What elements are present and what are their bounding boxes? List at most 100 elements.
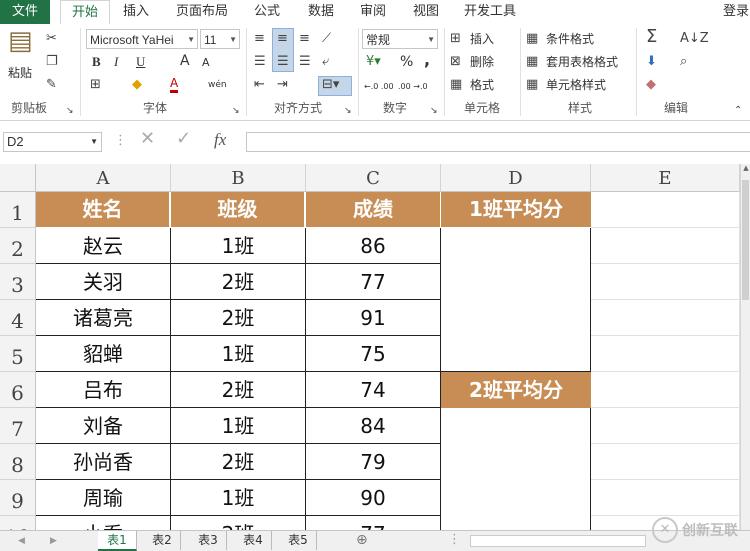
align-left-icon[interactable]: ☰ xyxy=(254,53,266,71)
table-cell[interactable]: 关羽 xyxy=(36,264,171,300)
table-cell[interactable]: 2班 xyxy=(171,372,306,408)
table-cell[interactable]: 77 xyxy=(306,264,441,300)
sort-filter-icon[interactable]: A↓Z xyxy=(680,30,709,48)
insert-cells-button[interactable]: 插入 xyxy=(470,30,494,48)
top-align-icon[interactable]: ≡ xyxy=(254,30,265,48)
header-cell-name[interactable]: 姓名 xyxy=(36,192,170,227)
conditional-formatting-button[interactable]: 条件格式 xyxy=(546,30,594,48)
name-box[interactable]: D2 ▼ xyxy=(3,132,102,152)
table-cell[interactable]: 77 xyxy=(306,516,441,530)
formula-input[interactable] xyxy=(246,132,750,152)
increase-decimal-button[interactable]: ←.0 .00 xyxy=(364,78,394,96)
wrap-text-icon[interactable]: ⤶ xyxy=(322,53,329,71)
header-cell-avg-class2[interactable]: 2班平均分 xyxy=(441,372,591,408)
bold-button[interactable]: B xyxy=(92,53,101,71)
table-cell[interactable]: 1班 xyxy=(171,408,306,444)
horizontal-scrollbar[interactable] xyxy=(470,535,646,547)
empty-cell[interactable] xyxy=(591,444,740,480)
sheet-tab-3[interactable]: 表3 xyxy=(190,531,227,550)
table-cell[interactable]: 诸葛亮 xyxy=(36,300,171,336)
font-color-button[interactable]: A xyxy=(170,76,179,93)
empty-cell[interactable] xyxy=(591,372,740,408)
table-cell[interactable]: 2班 xyxy=(171,444,306,480)
underline-button[interactable]: U xyxy=(136,53,145,71)
orientation-icon[interactable]: ⟋ xyxy=(322,30,331,48)
insert-function-button[interactable]: fx xyxy=(214,131,226,149)
sheet-tab-1[interactable]: 表1 xyxy=(98,531,137,551)
select-all-corner[interactable] xyxy=(0,164,36,192)
tab-page-layout[interactable]: 页面布局 xyxy=(170,0,234,24)
font-name-select[interactable]: Microsoft YaHei ▼ xyxy=(86,29,198,49)
table-cell[interactable]: 84 xyxy=(306,408,441,444)
empty-cell[interactable] xyxy=(591,228,740,264)
table-cell[interactable]: 孙尚香 xyxy=(36,444,171,480)
tab-home[interactable]: 开始 xyxy=(60,0,110,26)
dialog-launcher-icon[interactable]: ↘ xyxy=(232,102,240,120)
scroll-up-icon[interactable]: ▲ xyxy=(741,164,750,178)
cell-d2-merged[interactable] xyxy=(441,228,591,372)
tab-insert[interactable]: 插入 xyxy=(113,0,159,24)
sheet-tab-5[interactable]: 表5 xyxy=(280,531,317,550)
table-cell[interactable]: 90 xyxy=(306,480,441,516)
row-header-5[interactable]: 5 xyxy=(0,336,36,372)
enter-icon[interactable]: ✓ xyxy=(176,130,191,148)
decrease-indent-icon[interactable]: ⇤ xyxy=(254,76,265,94)
dialog-launcher-icon[interactable]: ↘ xyxy=(66,102,74,120)
borders-icon[interactable]: ⊞ xyxy=(90,76,101,94)
table-cell[interactable]: 2班 xyxy=(171,264,306,300)
paste-label[interactable]: 粘贴 xyxy=(8,64,32,82)
copy-icon[interactable]: ❐ xyxy=(46,53,58,71)
table-cell[interactable]: 吕布 xyxy=(36,372,171,408)
paste-icon[interactable]: ▤ xyxy=(8,28,33,54)
table-cell[interactable]: 1班 xyxy=(171,336,306,372)
table-cell[interactable]: 小乔 xyxy=(36,516,171,530)
table-cell[interactable]: 79 xyxy=(306,444,441,480)
grow-font-button[interactable]: A xyxy=(180,52,190,70)
empty-cell[interactable] xyxy=(591,408,740,444)
table-cell[interactable]: 赵云 xyxy=(36,228,171,264)
tab-data[interactable]: 数据 xyxy=(298,0,344,24)
row-header-3[interactable]: 3 xyxy=(0,264,36,300)
header-cell-class[interactable]: 班级 xyxy=(171,192,305,227)
align-center-icon[interactable]: ☰ xyxy=(277,53,289,71)
table-cell[interactable]: 2班 xyxy=(171,516,306,530)
format-painter-icon[interactable]: ✎ xyxy=(46,76,57,94)
phonetic-button[interactable]: wén xyxy=(208,76,227,94)
sign-in-link[interactable]: 登录 xyxy=(722,0,750,24)
increase-indent-icon[interactable]: ⇥ xyxy=(277,76,288,94)
cut-icon[interactable]: ✂ xyxy=(46,30,57,48)
empty-cell[interactable] xyxy=(591,336,740,372)
row-header-7[interactable]: 7 xyxy=(0,408,36,444)
tab-review[interactable]: 审阅 xyxy=(350,0,396,24)
add-sheet-icon[interactable]: ⊕ xyxy=(356,531,368,549)
sheet-tab-4[interactable]: 表4 xyxy=(235,531,272,550)
column-header-b[interactable]: B xyxy=(171,164,306,192)
tab-view[interactable]: 视图 xyxy=(403,0,449,24)
delete-cells-button[interactable]: 删除 xyxy=(470,53,494,71)
dialog-launcher-icon[interactable]: ↘ xyxy=(344,102,352,120)
comma-style-button[interactable]: , xyxy=(424,51,430,69)
empty-cell[interactable] xyxy=(591,264,740,300)
align-right-icon[interactable]: ☰ xyxy=(299,53,311,71)
table-cell[interactable]: 91 xyxy=(306,300,441,336)
number-format-select[interactable]: 常规 ▼ xyxy=(362,29,438,49)
next-sheet-icon[interactable]: ▶ xyxy=(50,532,57,550)
table-cell[interactable]: 周瑜 xyxy=(36,480,171,516)
empty-cell[interactable] xyxy=(591,300,740,336)
scroll-thumb[interactable] xyxy=(742,180,749,300)
row-header-1[interactable]: 1 xyxy=(0,192,36,228)
column-header-a[interactable]: A xyxy=(36,164,171,192)
table-cell[interactable]: 74 xyxy=(306,372,441,408)
header-cell-avg-class1[interactable]: 1班平均分 xyxy=(441,192,591,227)
format-cells-button[interactable]: 格式 xyxy=(470,76,494,94)
table-cell[interactable]: 貂蝉 xyxy=(36,336,171,372)
cancel-icon[interactable]: ✕ xyxy=(140,130,155,148)
table-cell[interactable]: 1班 xyxy=(171,228,306,264)
fill-color-icon[interactable]: ◆ xyxy=(132,76,142,94)
table-cell[interactable]: 2班 xyxy=(171,300,306,336)
bottom-align-icon[interactable]: ≡ xyxy=(299,30,310,48)
cell-styles-button[interactable]: 单元格样式 xyxy=(546,76,606,94)
middle-align-icon[interactable]: ≡ xyxy=(277,30,288,48)
format-as-table-button[interactable]: 套用表格格式 xyxy=(546,53,618,71)
sheet-tab-2[interactable]: 表2 xyxy=(144,531,181,550)
